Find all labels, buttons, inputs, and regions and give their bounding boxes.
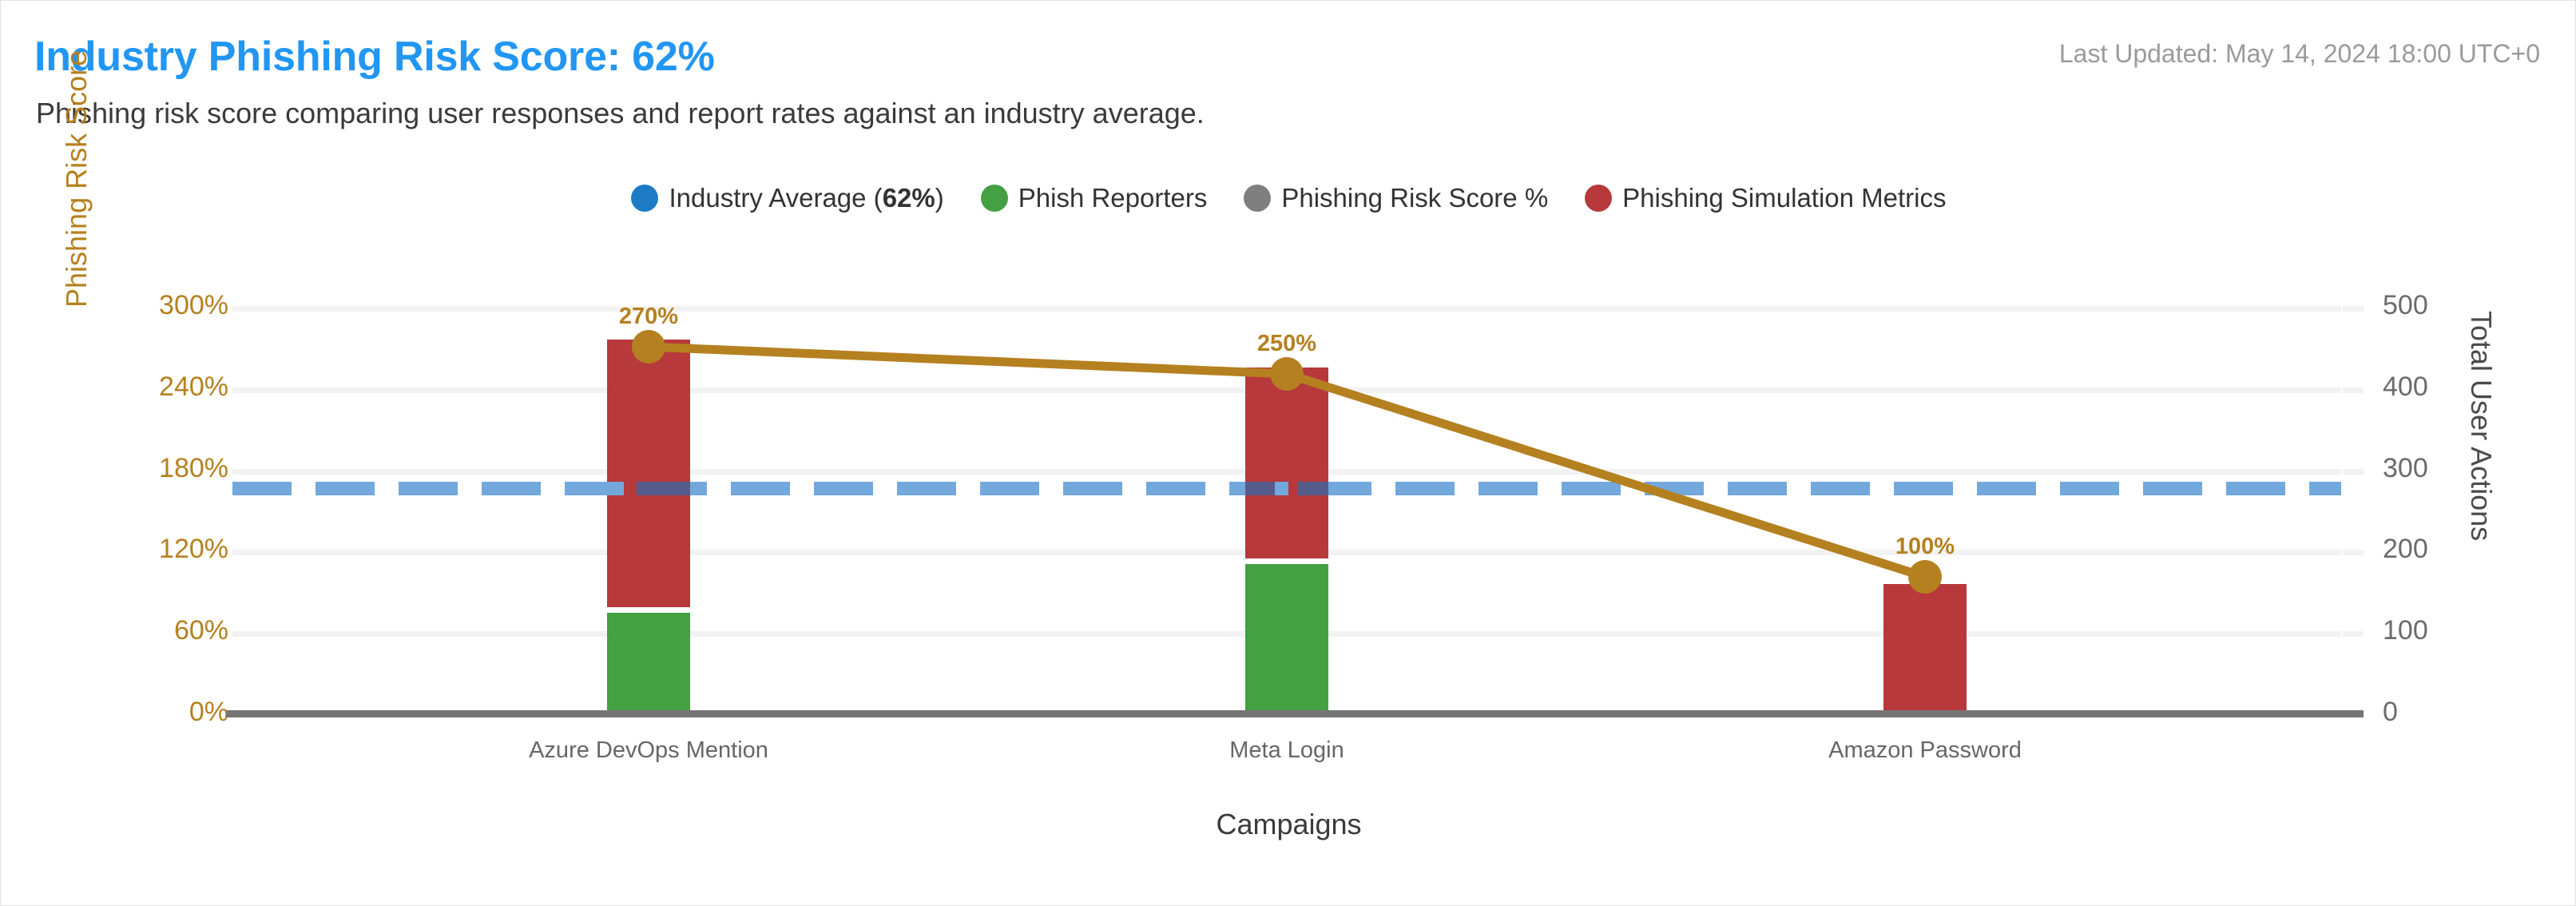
x-axis-tick-label: Amazon Password	[1828, 737, 2022, 764]
y-axis-right-tick-mark	[2343, 306, 2364, 312]
y-axis-right-tick: 200	[2383, 534, 2428, 565]
legend-item-label: Phishing Risk Score %	[1281, 183, 1548, 213]
y-axis-left-title: Phishing Risk Score	[60, 50, 93, 308]
y-axis-right-tick-mark	[2343, 387, 2364, 393]
chart-legend: Industry Average (62%) Phish Reporters P…	[1, 183, 2576, 213]
x-axis-baseline	[226, 710, 2348, 717]
y-axis-right-tick-mark	[2343, 550, 2364, 555]
data-label-risk-score: 250%	[1257, 331, 1316, 357]
y-axis-left-tick: 120%	[105, 534, 228, 565]
y-axis-right-tick: 0	[2383, 697, 2398, 728]
y-axis-right-tick: 500	[2383, 290, 2428, 321]
chart-subtitle: Phishing risk score comparing user respo…	[36, 97, 1205, 130]
x-axis-tick-label: Meta Login	[1229, 737, 1344, 764]
circle-marker-icon	[631, 185, 658, 212]
legend-item-label: Phish Reporters	[1018, 183, 1208, 213]
y-axis-right-tick-mark	[2343, 469, 2364, 475]
legend-item-phish-reporters[interactable]: Phish Reporters	[981, 183, 1208, 213]
y-axis-right-title: Total User Actions	[2464, 311, 2498, 541]
plot-area: 270% 250% 100%	[232, 304, 2341, 712]
legend-item-industry-average[interactable]: Industry Average (62%)	[631, 183, 943, 213]
risk-score-line[interactable]	[232, 304, 2341, 712]
x-axis-title: Campaigns	[1, 808, 2576, 841]
y-axis-right-tick: 100	[2383, 615, 2428, 646]
y-axis-right-tick: 300	[2383, 453, 2428, 484]
y-axis-right-tick-mark	[2343, 631, 2364, 637]
circle-marker-icon	[981, 185, 1008, 212]
data-label-risk-score: 270%	[619, 304, 678, 330]
legend-item-phishing-risk-score[interactable]: Phishing Risk Score %	[1244, 183, 1548, 213]
circle-marker-icon	[1244, 185, 1271, 212]
legend-item-label: Phishing Simulation Metrics	[1622, 183, 1946, 213]
data-label-risk-score: 100%	[1895, 534, 1955, 560]
legend-item-phishing-simulation-metrics[interactable]: Phishing Simulation Metrics	[1585, 183, 1946, 213]
last-updated-label: Last Updated: May 14, 2024 18:00 UTC+0	[2059, 39, 2540, 69]
y-axis-right-tick: 400	[2383, 372, 2428, 403]
page-title: Industry Phishing Risk Score: 62%	[34, 33, 715, 81]
y-axis-left-tick: 0%	[105, 697, 228, 728]
y-axis-left-tick: 60%	[105, 615, 228, 646]
y-axis-left-tick: 180%	[105, 453, 228, 484]
legend-item-label: Industry Average (62%)	[669, 183, 943, 213]
y-axis-left-tick: 300%	[105, 290, 228, 321]
chart-card: Industry Phishing Risk Score: 62% Phishi…	[0, 0, 2576, 906]
x-axis-tick-label: Azure DevOps Mention	[529, 737, 768, 764]
circle-marker-icon	[1585, 185, 1612, 212]
y-axis-left-tick: 240%	[105, 372, 228, 403]
